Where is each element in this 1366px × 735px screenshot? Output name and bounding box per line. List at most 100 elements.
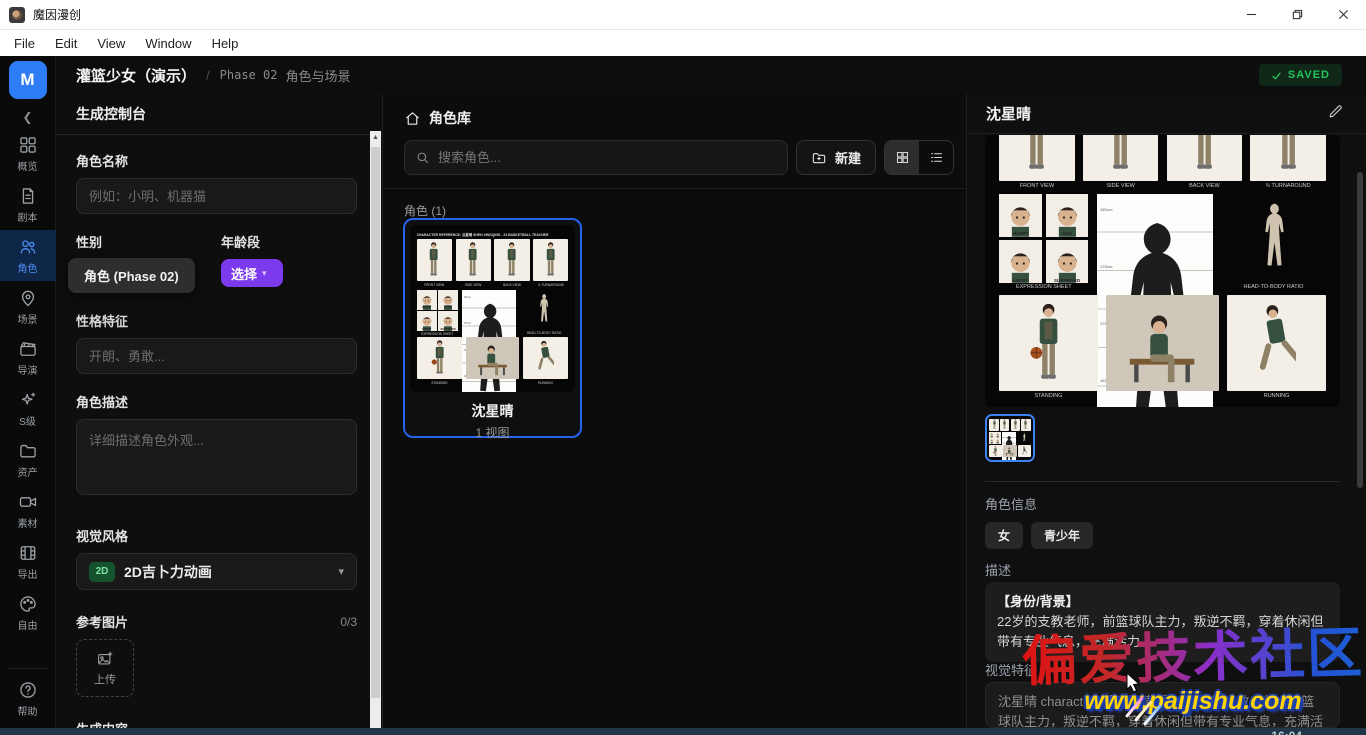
cursor-arrow-icon [1125,672,1143,694]
sheet-part: HAPPY [417,290,437,310]
saved-badge: SAVED [1259,64,1342,86]
restore-button[interactable] [1274,0,1320,29]
image-upload-icon [96,650,114,668]
sheet-part: ¾ TURNAROUND [533,239,568,288]
menu-view[interactable]: View [97,36,125,51]
sheet-part: SURPRISED [995,438,1000,443]
sheet-part: RUNNING [1227,393,1326,399]
sheet-part [1004,446,1015,457]
menubar: File Edit View Window Help [0,30,1366,56]
sheet-part [523,337,569,380]
visual-traits-section-label: 视觉特征 [985,660,1037,679]
document-icon [18,186,38,206]
character-description-textarea[interactable] [76,419,357,495]
folder-plus-icon [811,150,827,166]
menu-help[interactable]: Help [212,36,239,51]
mouse-cursor [1125,672,1143,699]
sidebar-item-assets[interactable]: 资产 [0,434,56,485]
location-pin-icon [18,288,38,308]
sidebar-item-s-grade[interactable]: S级 [0,383,56,434]
list-view-icon [929,150,944,165]
character-section-label: 角色 (1) [384,189,966,219]
sidebar-item-help[interactable]: 帮助 [0,673,56,728]
sheet-part: ANGRY [999,240,1042,283]
sheet-part: ANGRY [417,328,437,331]
grid-view-button[interactable] [885,141,919,174]
sheet-part: HAPPY [999,231,1042,236]
search-input[interactable] [438,150,777,165]
check-icon [1271,70,1282,81]
phase-tooltip: 角色 (Phase 02) [68,258,195,293]
close-button[interactable] [1320,0,1366,29]
sheet-part [989,432,994,437]
sheet-part: ANGRY [989,438,994,443]
sheet-part [989,445,1001,457]
users-icon [18,237,38,257]
sheet-part [1269,135,1308,181]
character-name-input[interactable] [76,178,357,214]
personality-input[interactable] [76,338,357,374]
minimize-button[interactable] [1228,0,1274,29]
name-label: 角色名称 [76,151,357,170]
video-camera-icon [18,492,38,512]
detail-scrollbar-thumb[interactable] [1357,172,1363,488]
sidebar-item-characters[interactable]: 角色 [0,230,56,281]
sheet-thumbnail[interactable]: CHARACTER REFERENCE: 沈星晴 SHEN XINGQING -… [985,414,1035,462]
sheet-part [1250,135,1326,181]
sheet-part [473,340,512,379]
edit-button[interactable] [1327,103,1344,125]
search-box[interactable] [404,140,788,175]
sheet-part [999,135,1075,181]
sheet-part [1023,419,1028,430]
sheet-part: HAPPY [417,306,437,309]
sheet-part: ¾ TURNAROUND [1250,135,1326,189]
age-tag: 青少年 [1031,522,1093,549]
list-view-button[interactable] [919,141,953,174]
app-logo[interactable]: M [9,61,47,99]
sidebar-item-footage[interactable]: 素材 [0,485,56,536]
sheet-part: 180cm [463,296,470,299]
scroll-up-arrow[interactable]: ▲ [370,131,381,144]
sidebar-item-free[interactable]: 自由 [0,587,56,638]
overview-grid-icon [18,135,38,155]
character-card-views: 1 视图 [410,424,575,441]
detail-title: 沈星晴 [986,103,1327,124]
visual-style-select[interactable]: 2D 2D吉卜力动画 ▾ [76,553,357,590]
sheet-part [1003,445,1017,457]
sidebar-item-overview[interactable]: 概览 [0,128,56,179]
breadcrumb-page: 角色与场景 [285,66,350,85]
collapse-chevron-icon[interactable]: ❮ [22,110,32,124]
console-title: 生成控制台 [56,94,382,135]
character-sheet-image[interactable]: CHARACTER REFERENCE: 沈星晴 SHEN XINGQING -… [985,135,1340,407]
sheet-part: 180cm [1100,207,1112,212]
sidebar-item-scenes[interactable]: 场景 [0,281,56,332]
console-scrollbar[interactable]: ▲ [370,131,381,728]
home-icon [404,110,421,127]
sheet-part [503,241,520,281]
menu-edit[interactable]: Edit [55,36,77,51]
sheet-part: RUNNING [1018,445,1030,457]
sidebar-item-script[interactable]: 剧本 [0,179,56,230]
sheet-part [1018,445,1030,457]
sheet-part [1022,446,1027,457]
personality-label: 性格特征 [76,311,357,330]
sheet-part [417,239,452,282]
sheet-part [1013,419,1018,430]
sheet-part: VARIOUS ACTION POSES [466,337,519,386]
sheet-part [1221,194,1326,282]
sheet-part: STANDING VARIOUS ACTION POSES RUNNING [989,445,1030,457]
sheet-part: HEAD-TO-BODY RATIO [520,331,569,335]
upload-dropzone[interactable]: 上传 [76,639,134,697]
nav-rail: M ❮ 概览 剧本 角色 场景 导演 S级 资产 [0,56,56,728]
scrollbar-thumb[interactable] [371,147,380,698]
age-select[interactable]: 选择 ▾ [221,259,283,287]
sheet-part: 175cm [463,322,470,325]
sheet-part: FRONT VIEW [417,239,452,288]
sidebar-item-director[interactable]: 导演 [0,332,56,383]
character-card[interactable]: CHARACTER REFERENCE: 沈星晴 SHEN XINGQING -… [403,218,582,438]
sidebar-item-export[interactable]: 导出 [0,536,56,587]
new-character-button[interactable]: 新建 [796,140,876,175]
sheet-part: RUNNING [1227,295,1326,399]
menu-window[interactable]: Window [145,36,191,51]
menu-file[interactable]: File [14,36,35,51]
